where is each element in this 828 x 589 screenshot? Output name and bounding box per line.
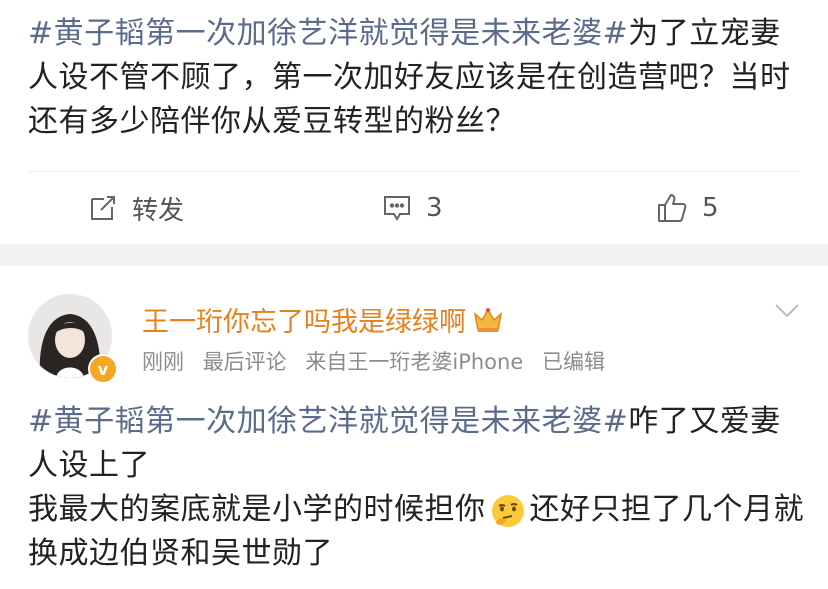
crown-icon — [473, 307, 503, 332]
username-link[interactable]: 王一珩你忘了吗我是绿绿啊 — [142, 300, 466, 339]
post-source[interactable]: 来自王一珩老婆iPhone — [305, 350, 523, 374]
edited-label: 已编辑 — [541, 350, 605, 374]
hashtag-link[interactable]: #黄子韬第一次加徐艺洋就觉得是未来老婆# — [28, 16, 628, 51]
action-bar: 转发 3 5 — [28, 171, 800, 244]
comment-icon — [384, 196, 410, 221]
like-count: 5 — [702, 193, 719, 223]
hashtag-link[interactable]: #黄子韬第一次加徐艺洋就觉得是未来老婆# — [28, 404, 628, 439]
repost-label: 转发 — [132, 195, 185, 226]
like-button[interactable]: 5 — [656, 172, 719, 244]
card-divider — [0, 244, 828, 266]
repost-button[interactable]: 转发 — [88, 172, 184, 244]
comment-button[interactable]: 3 — [382, 172, 443, 244]
comment-count: 3 — [426, 193, 443, 223]
thinking-emoji-icon — [491, 494, 524, 527]
post-body: #黄子韬第一次加徐艺洋就觉得是未来老婆#咋了又爱妻人设上了 我最大的案底就是小学的… — [28, 400, 808, 576]
verified-badge-icon: v — [88, 354, 118, 384]
post-body: #黄子韬第一次加徐艺洋就觉得是未来老婆#为了立宠妻人设不管不顾了，第一次加好友应… — [28, 12, 808, 144]
like-icon — [658, 194, 687, 222]
chevron-down-icon[interactable] — [774, 302, 800, 320]
username-row: 王一珩你忘了吗我是绿绿啊 — [142, 300, 504, 339]
latest-comment-label: 最后评论 — [202, 350, 287, 374]
post-text-line2-before: 我最大的案底就是小学的时候担你 — [28, 492, 486, 527]
post-meta: 刚刚 最后评论 来自王一珩老婆iPhone 已编辑 — [142, 346, 617, 376]
repost-icon — [91, 196, 115, 220]
post-card-1: #黄子韬第一次加徐艺洋就觉得是未来老婆#为了立宠妻人设不管不顾了，第一次加好友应… — [0, 0, 828, 244]
post-card-2: v 王一珩你忘了吗我是绿绿啊 刚刚 最后评论 来自王一珩老婆iPhone 已编辑… — [0, 266, 828, 589]
post-time: 刚刚 — [142, 350, 184, 374]
